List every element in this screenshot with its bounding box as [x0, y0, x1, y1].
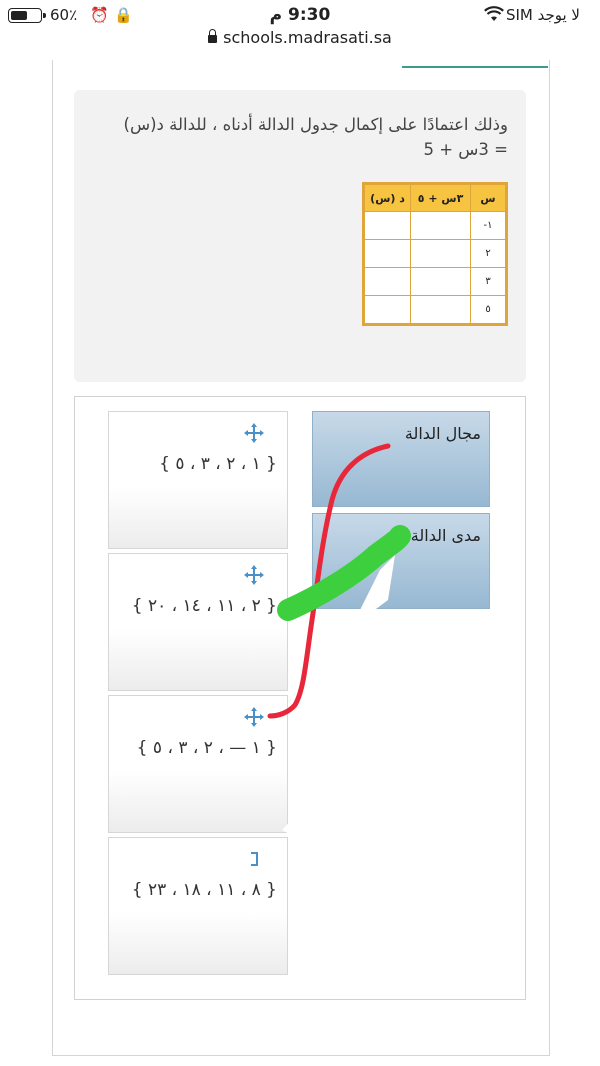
table-header: س: [470, 184, 506, 212]
url-bar[interactable]: schools.madrasati.sa: [0, 28, 600, 54]
rotation-lock-icon: 🔒: [114, 6, 133, 24]
drag-option-1[interactable]: { ١ ، ٢ ، ٣ ، ٥ }: [108, 411, 288, 549]
battery-icon: [8, 8, 46, 23]
table-cell: ٢: [470, 239, 506, 268]
drag-option-3[interactable]: { ١ — ، ٢ ، ٣ ، ٥ }: [108, 695, 288, 833]
option-value: { ١ — ، ٢ ، ٣ ، ٥ }: [136, 738, 277, 758]
drop-target-label: مدى الدالة: [410, 526, 481, 545]
drag-option-2[interactable]: { ٢ ، ١١ ، ١٤ ، ٢٠ }: [108, 553, 288, 691]
function-table: س ٣س + ٥ د (س) ١- ٢ ٣ ٥: [362, 182, 508, 326]
option-value: { ١ ، ٢ ، ٣ ، ٥ }: [159, 454, 277, 474]
drop-target-range[interactable]: مدى الدالة: [312, 513, 490, 609]
move-arrows-icon: [244, 565, 264, 585]
table-cell: ٣: [470, 267, 506, 296]
active-tab-underline: [402, 66, 548, 68]
lock-icon: [208, 29, 218, 43]
move-arrows-icon: [244, 423, 264, 443]
table-cell: ١-: [470, 211, 506, 240]
drop-target-domain[interactable]: مجال الدالة: [312, 411, 490, 507]
move-arrows-icon: [251, 852, 258, 866]
url-text: schools.madrasati.sa: [223, 28, 392, 47]
option-value: { ٨ ، ١١ ، ١٨ ، ٢٣ }: [131, 880, 277, 900]
battery-fill: [11, 11, 27, 20]
table-cell: ٥: [470, 295, 506, 324]
drag-option-4[interactable]: { ٨ ، ١١ ، ١٨ ، ٢٣ }: [108, 837, 288, 975]
drop-target-label: مجال الدالة: [404, 424, 481, 443]
move-arrows-icon: [244, 707, 264, 727]
alarm-icon: ⏰: [90, 6, 109, 24]
option-value: { ٢ ، ١١ ، ١٤ ، ٢٠ }: [131, 596, 277, 616]
table-header: ٣س + ٥: [410, 184, 471, 212]
question-text: وذلك اعتمادًا على إكمال جدول الدالة أدنا…: [123, 115, 508, 159]
battery-percent: 60٪: [50, 6, 78, 24]
table-header: د (س): [363, 184, 412, 212]
